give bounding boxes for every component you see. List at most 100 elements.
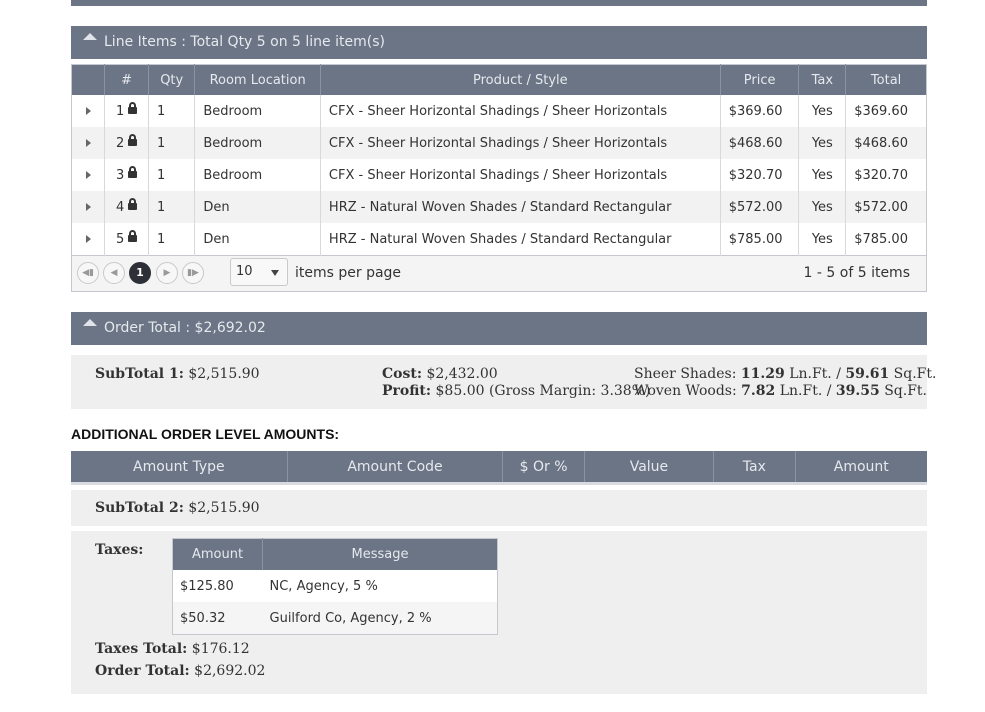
row-number-cell: 5 <box>104 223 150 256</box>
sheer-sq-unit: Sq.Ft. <box>893 366 937 382</box>
sheer-ln-value: 11.29 <box>740 366 785 382</box>
woven-label: Woven Woods: <box>634 383 737 399</box>
column-header-tax[interactable]: Tax <box>713 451 796 485</box>
price-cell: $572.00 <box>720 191 800 223</box>
taxes-header-row: Amount Message <box>172 538 498 570</box>
column-header-tax-message[interactable]: Message <box>262 538 498 570</box>
next-page-button[interactable]: ▶ <box>156 262 178 284</box>
expand-row-cell[interactable] <box>71 223 106 256</box>
items-per-page-label: items per page <box>295 265 402 281</box>
table-row[interactable]: 2 1 Bedroom CFX - Sheer Horizontal Shadi… <box>71 127 927 159</box>
first-page-button[interactable]: ◀▮ <box>77 262 99 284</box>
table-row[interactable]: 1 1 Bedroom CFX - Sheer Horizontal Shadi… <box>71 95 927 127</box>
room-cell: Bedroom <box>194 95 321 127</box>
line-items-panel-header[interactable]: Line Items : Total Qty 5 on 5 line item(… <box>71 26 927 59</box>
column-header-amount[interactable]: Amount <box>795 451 927 485</box>
order-total-panel-header[interactable]: Order Total : $2,692.02 <box>71 312 927 345</box>
table-row[interactable]: 3 1 Bedroom CFX - Sheer Horizontal Shadi… <box>71 159 927 191</box>
column-header-tax[interactable]: Tax <box>798 64 847 95</box>
row-number-cell: 3 <box>104 159 150 191</box>
subtotal2-label: SubTotal 2: <box>95 500 184 516</box>
woven-ln-unit: Ln.Ft. / <box>779 383 832 399</box>
expand-row-cell[interactable] <box>71 127 106 159</box>
total-cell: $320.70 <box>854 167 908 183</box>
sheer-sq-value: 59.61 <box>845 366 890 382</box>
expand-row-icon[interactable] <box>85 138 91 147</box>
qty-cell: 1 <box>148 191 196 223</box>
expand-row-icon[interactable] <box>85 170 91 179</box>
lock-icon <box>128 197 138 210</box>
grid-pager: ◀▮ ◀ 1 ▶ ▮▶ 10 items per page 1 - 5 of 5… <box>71 256 927 292</box>
collapse-caret-icon[interactable] <box>83 32 97 40</box>
expand-row-cell[interactable] <box>71 95 106 127</box>
total-cell: $785.00 <box>854 231 908 247</box>
column-header-tax-amount[interactable]: Amount <box>172 538 263 570</box>
subtotal2-value: $2,515.90 <box>188 500 260 516</box>
expand-row-icon[interactable] <box>85 106 91 115</box>
subtotal1-value: $2,515.90 <box>188 366 260 382</box>
column-header-amount-code[interactable]: Amount Code <box>287 451 504 485</box>
row-number-cell: 4 <box>104 191 150 223</box>
room-cell: Den <box>194 191 321 223</box>
column-header-number[interactable]: # <box>104 64 150 95</box>
qty-cell: 1 <box>148 159 196 191</box>
last-page-button[interactable]: ▮▶ <box>182 262 204 284</box>
product-cell: CFX - Sheer Horizontal Shadings / Sheer … <box>320 159 721 191</box>
column-header-value[interactable]: Value <box>584 451 715 485</box>
column-header-product-style[interactable]: Product / Style <box>320 64 721 95</box>
additional-amounts-grid: Amount Type Amount Code $ Or % Value Tax… <box>71 451 927 485</box>
expand-row-cell[interactable] <box>71 159 106 191</box>
expand-row-cell[interactable] <box>71 191 106 223</box>
sheer-ln-unit: Ln.Ft. / <box>789 366 841 382</box>
lock-icon <box>128 229 138 242</box>
page-size-select[interactable]: 10 <box>230 258 288 286</box>
table-row[interactable]: 4 1 Den HRZ - Natural Woven Shades / Sta… <box>71 191 927 223</box>
line-items-header-text: Line Items : Total Qty 5 on 5 line item(… <box>104 34 385 50</box>
room-cell: Bedroom <box>194 127 321 159</box>
column-header-qty[interactable]: Qty <box>148 64 196 95</box>
table-row[interactable]: $125.80 NC, Agency, 5 % <box>173 570 498 602</box>
product-cell: CFX - Sheer Horizontal Shadings / Sheer … <box>320 95 721 127</box>
row-number: 1 <box>115 103 125 119</box>
subtotal2-box: SubTotal 2: $2,515.90 <box>71 490 927 526</box>
room-cell: Den <box>194 223 321 256</box>
subtotal2: SubTotal 2: $2,515.90 <box>95 500 260 516</box>
row-number-cell: 1 <box>104 95 150 127</box>
table-row[interactable]: $50.32 Guilford Co, Agency, 2 % <box>172 602 498 635</box>
cost-line: Cost: $2,432.00 <box>382 366 498 382</box>
order-total-header-text: Order Total : $2,692.02 <box>104 320 266 336</box>
additional-amounts-title: ADDITIONAL ORDER LEVEL AMOUNTS: <box>71 426 340 442</box>
taxes-total-value: $176.12 <box>191 641 250 657</box>
column-header-price[interactable]: Price <box>720 64 800 95</box>
taxes-total: Taxes Total: $176.12 <box>95 641 250 657</box>
prev-page-button[interactable]: ◀ <box>103 262 125 284</box>
line-items-grid: # Qty Room Location Product / Style Pric… <box>71 64 927 256</box>
row-number: 5 <box>115 231 125 247</box>
subtotal1: SubTotal 1: $2,515.90 <box>95 366 260 382</box>
cost-label: Cost: <box>382 366 422 382</box>
tax-message-cell: Guilford Co, Agency, 2 % <box>262 602 498 635</box>
order-total-value: $2,692.02 <box>194 663 266 679</box>
pager-info: 1 - 5 of 5 items <box>803 265 910 281</box>
subtotal1-label: SubTotal 1: <box>95 366 184 382</box>
collapse-caret-icon[interactable] <box>83 318 97 326</box>
tax-amount-cell: $50.32 <box>172 602 263 635</box>
expand-row-icon[interactable] <box>85 234 91 243</box>
column-header-dollar-or-percent[interactable]: $ Or % <box>502 451 585 485</box>
product-cell: HRZ - Natural Woven Shades / Standard Re… <box>320 191 721 223</box>
tax-message-cell: NC, Agency, 5 % <box>269 578 378 594</box>
table-row[interactable]: 5 1 Den HRZ - Natural Woven Shades / Sta… <box>71 223 927 256</box>
expand-row-icon[interactable] <box>85 202 91 211</box>
price-cell: $320.70 <box>720 159 800 191</box>
row-number: 2 <box>115 135 125 151</box>
expand-column-header <box>71 64 106 95</box>
last-page-icon: ▮▶ <box>187 268 199 278</box>
room-cell: Bedroom <box>194 159 321 191</box>
column-header-total[interactable]: Total <box>845 64 927 95</box>
total-cell: $468.60 <box>845 127 927 159</box>
current-page-button[interactable]: 1 <box>129 262 151 284</box>
woven-sq-value: 39.55 <box>835 383 880 399</box>
column-header-room-location[interactable]: Room Location <box>194 64 321 95</box>
order-total-label: Order Total: <box>95 663 190 679</box>
column-header-amount-type[interactable]: Amount Type <box>71 451 288 485</box>
